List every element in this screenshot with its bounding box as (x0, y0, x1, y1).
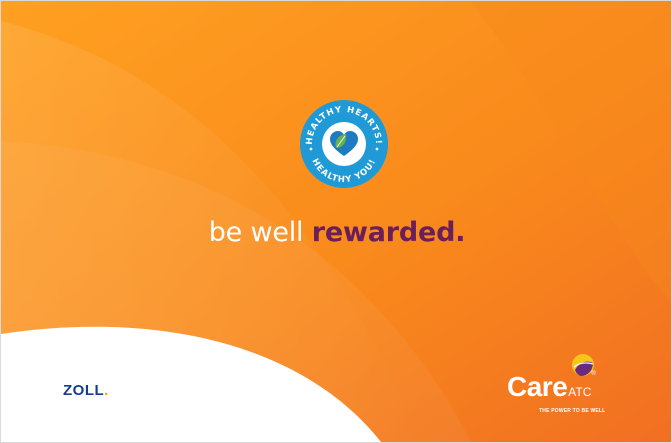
careatc-wordmark: CareATC ® (507, 371, 596, 403)
careatc-atc: ATC (568, 385, 592, 399)
healthy-hearts-badge: HEALTHY HEARTS! HEALTHY YOU! (290, 98, 398, 190)
be-well-rewarded-tagline: be well rewarded. (1, 217, 671, 248)
tagline-light: be well (208, 217, 312, 248)
careatc-reg: ® (591, 371, 596, 377)
zoll-logo: ZOLL. (63, 382, 109, 399)
tagline-bold: rewarded. (311, 217, 466, 248)
zoll-dot: . (104, 382, 109, 399)
zoll-name: ZOLL (63, 382, 105, 399)
promo-banner: HEALTHY HEARTS! HEALTHY YOU! be well rew… (0, 0, 672, 443)
careatc-care: Care (507, 371, 568, 402)
careatc-slogan: THE POWER TO BE WELL (539, 408, 606, 414)
careatc-logo: CareATC ® THE POWER TO BE WELL (503, 353, 633, 423)
